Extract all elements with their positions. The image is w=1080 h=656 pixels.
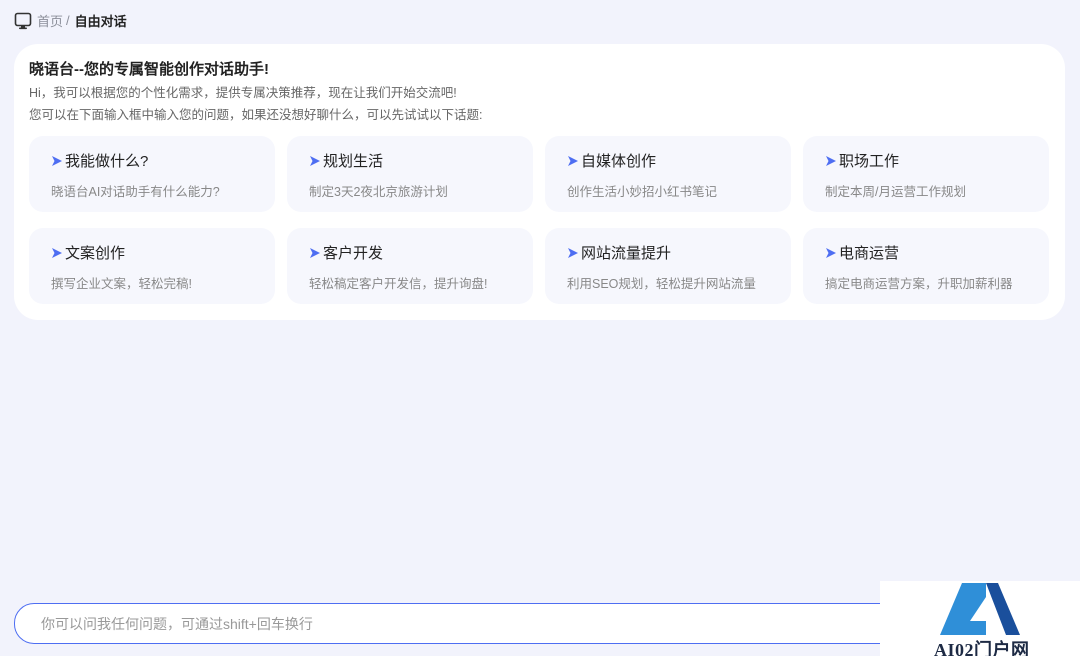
breadcrumb-current: 自由对话 bbox=[74, 14, 127, 29]
watermark-text: AI02门户网 bbox=[934, 640, 1030, 656]
send-arrow-icon bbox=[52, 155, 62, 166]
send-arrow-icon bbox=[826, 247, 836, 258]
topic-title-text: 文案创作 bbox=[65, 245, 126, 262]
topic-title-text: 客户开发 bbox=[323, 245, 384, 262]
breadcrumb: 首页 / 自由对话 bbox=[14, 11, 127, 30]
topic-title: 规划生活 bbox=[309, 150, 533, 171]
topic-title-text: 职场工作 bbox=[839, 153, 900, 170]
monitor-icon bbox=[14, 12, 32, 29]
send-arrow-icon bbox=[568, 247, 578, 258]
welcome-intro-line2: 您可以在下面输入框中输入您的问题，如果还没想好聊什么，可以先试试以下话题: bbox=[29, 108, 483, 122]
watermark-logo: AI02门户网 bbox=[880, 581, 1080, 656]
topic-title-text: 网站流量提升 bbox=[581, 245, 672, 262]
topic-desc: 晓语台AI对话助手有什么能力? bbox=[51, 185, 220, 199]
chat-input[interactable] bbox=[41, 615, 881, 632]
topic-title-text: 规划生活 bbox=[323, 153, 384, 170]
send-arrow-icon bbox=[568, 155, 578, 166]
welcome-intro-line1: Hi，我可以根据您的个性化需求，提供专属决策推荐，现在让我们开始交流吧! bbox=[29, 86, 457, 100]
topic-desc: 搞定电商运营方案，升职加薪利器 bbox=[825, 277, 1013, 291]
topic-card[interactable]: 我能做什么? 晓语台AI对话助手有什么能力? bbox=[29, 136, 275, 212]
breadcrumb-separator: / bbox=[66, 13, 70, 28]
topic-title-text: 我能做什么? bbox=[65, 153, 149, 170]
topic-card[interactable]: 网站流量提升 利用SEO规划，轻松提升网站流量 bbox=[545, 228, 791, 304]
breadcrumb-home-link[interactable]: 首页 bbox=[37, 11, 63, 30]
topic-card[interactable]: 职场工作 制定本周/月运营工作规划 bbox=[803, 136, 1049, 212]
topic-card[interactable]: 规划生活 制定3天2夜北京旅游计划 bbox=[287, 136, 533, 212]
topic-desc: 撰写企业文案，轻松完稿! bbox=[51, 277, 192, 291]
topic-title: 自媒体创作 bbox=[567, 150, 791, 171]
topic-title: 电商运营 bbox=[825, 242, 1049, 263]
topic-card[interactable]: 自媒体创作 创作生活小妙招小红书笔记 bbox=[545, 136, 791, 212]
watermark-logo-icon bbox=[940, 583, 1020, 635]
topic-title: 网站流量提升 bbox=[567, 242, 791, 263]
send-arrow-icon bbox=[826, 155, 836, 166]
topic-title-text: 电商运营 bbox=[839, 245, 900, 262]
topic-card[interactable]: 电商运营 搞定电商运营方案，升职加薪利器 bbox=[803, 228, 1049, 304]
topic-desc: 制定3天2夜北京旅游计划 bbox=[309, 185, 448, 199]
topic-title: 文案创作 bbox=[51, 242, 275, 263]
topic-card[interactable]: 文案创作 撰写企业文案，轻松完稿! bbox=[29, 228, 275, 304]
send-arrow-icon bbox=[52, 247, 62, 258]
send-arrow-icon bbox=[310, 155, 320, 166]
topic-desc: 制定本周/月运营工作规划 bbox=[825, 185, 966, 199]
topic-title: 职场工作 bbox=[825, 150, 1049, 171]
send-arrow-icon bbox=[310, 247, 320, 258]
topic-desc: 利用SEO规划，轻松提升网站流量 bbox=[567, 277, 756, 291]
topic-desc: 轻松稿定客户开发信，提升询盘! bbox=[309, 277, 488, 291]
topic-card[interactable]: 客户开发 轻松稿定客户开发信，提升询盘! bbox=[287, 228, 533, 304]
welcome-title: 晓语台--您的专属智能创作对话助手! bbox=[29, 61, 269, 78]
topic-title-text: 自媒体创作 bbox=[581, 153, 657, 170]
topic-grid: 我能做什么? 晓语台AI对话助手有什么能力? 规划生活 制定3天2夜北京旅游计划… bbox=[29, 136, 1050, 304]
welcome-card: 晓语台--您的专属智能创作对话助手! Hi，我可以根据您的个性化需求，提供专属决… bbox=[14, 44, 1065, 320]
topic-title: 我能做什么? bbox=[51, 150, 275, 171]
topic-desc: 创作生活小妙招小红书笔记 bbox=[567, 185, 718, 199]
topic-title: 客户开发 bbox=[309, 242, 533, 263]
